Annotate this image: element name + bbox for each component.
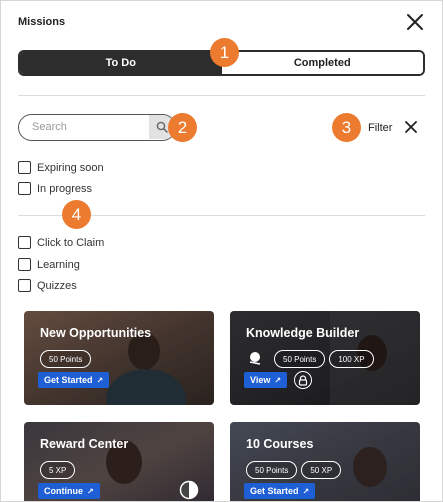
get-started-button[interactable]: Get Started ↗ (244, 483, 316, 499)
filter-in-progress[interactable]: In progress (18, 182, 92, 195)
checkbox[interactable] (18, 258, 31, 271)
callout-3: 3 (332, 113, 361, 142)
callout-1: 1 (210, 38, 239, 67)
filter-quizzes[interactable]: Quizzes (18, 279, 77, 292)
checkbox-label: Expiring soon (37, 161, 104, 174)
xp-badge: 50 XP (301, 461, 342, 479)
external-arrow-icon: ↗ (87, 486, 94, 496)
points-badge: 50 Points (246, 461, 298, 479)
card-title: Knowledge Builder (246, 326, 360, 340)
points-badge: 50 Points (274, 350, 326, 368)
search-input[interactable] (19, 115, 149, 139)
continue-button[interactable]: Continue ↗ (38, 483, 100, 499)
divider (18, 95, 425, 96)
checkbox-label: Click to Claim (37, 236, 105, 249)
mission-card-knowledge-builder[interactable]: Knowledge Builder 50 Points 100 XP View … (230, 311, 420, 405)
filter-label: Filter (368, 122, 393, 134)
missions-panel: Missions To Do Completed Filter Expiring… (0, 0, 443, 502)
filter-close-button[interactable] (404, 120, 418, 134)
progress-indicator-icon (179, 480, 199, 500)
lock-badge (294, 371, 312, 389)
close-icon (405, 121, 417, 133)
xp-badge: 100 XP (329, 350, 374, 368)
filter-learning[interactable]: Learning (18, 258, 80, 271)
button-label: View (250, 375, 271, 385)
close-panel-button[interactable] (406, 13, 424, 31)
filter-expiring-soon[interactable]: Expiring soon (18, 161, 104, 174)
button-label: Get Started (44, 375, 93, 385)
checkbox[interactable] (18, 236, 31, 249)
checkbox-label: Quizzes (37, 279, 77, 292)
card-title: Reward Center (40, 437, 129, 451)
checkbox-label: In progress (37, 182, 93, 195)
external-arrow-icon: ↗ (96, 375, 104, 385)
checkbox[interactable] (18, 182, 31, 195)
get-started-button[interactable]: Get Started ↗ (38, 372, 110, 388)
button-label: Continue (44, 486, 83, 496)
search-box (18, 114, 176, 141)
points-badge: 50 Points (40, 350, 92, 368)
tab-completed[interactable]: Completed (221, 52, 423, 74)
mission-card-10-courses[interactable]: 10 Courses 50 Points 50 XP Get Started ↗ (230, 422, 420, 501)
callout-4: 4 (62, 200, 91, 229)
filter-click-to-claim[interactable]: Click to Claim (18, 236, 104, 249)
close-icon (407, 14, 423, 30)
search-icon (156, 121, 168, 133)
checkbox[interactable] (18, 161, 31, 174)
lock-icon (298, 374, 308, 386)
tab-to-do[interactable]: To Do (20, 52, 222, 74)
checkbox[interactable] (18, 279, 31, 292)
card-title: 10 Courses (246, 437, 314, 451)
callout-2: 2 (168, 113, 197, 142)
card-title: New Opportunities (40, 326, 152, 340)
spotlight-icon (249, 352, 261, 365)
mission-card-new-opportunities[interactable]: New Opportunities 50 Points Get Started … (24, 311, 214, 405)
button-label: Get Started (250, 486, 299, 496)
checkbox-label: Learning (37, 258, 80, 271)
external-arrow-icon: ↗ (302, 486, 310, 496)
mission-card-reward-center[interactable]: Reward Center 5 XP Continue ↗ (24, 422, 214, 501)
panel-title: Missions (18, 16, 66, 28)
xp-badge: 5 XP (40, 461, 76, 479)
external-arrow-icon: ↗ (274, 375, 282, 385)
view-button[interactable]: View ↗ (244, 372, 288, 388)
